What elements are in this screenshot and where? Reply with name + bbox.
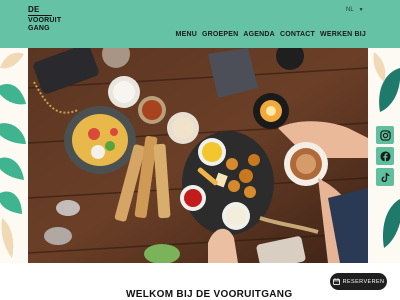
- reserve-button[interactable]: RESERVEREN: [330, 273, 387, 290]
- logo-word-gang: GANG: [28, 25, 50, 32]
- facebook-link[interactable]: [376, 147, 394, 165]
- reserve-button-label: RESERVEREN: [342, 278, 385, 285]
- chevron-down-icon: ▼: [358, 7, 364, 13]
- leaf-decoration-left: [0, 48, 28, 263]
- language-select[interactable]: NL ▼: [346, 7, 364, 13]
- page-title: WELKOM BIJ DE VOORUITGANG: [126, 289, 293, 300]
- nav-item-agenda[interactable]: AGENDA: [243, 31, 275, 38]
- food-table-photo: [28, 48, 368, 263]
- nav-item-menu[interactable]: MENU: [176, 31, 197, 38]
- tiktok-icon: [381, 172, 389, 182]
- facebook-icon: [379, 150, 391, 162]
- social-links: [376, 126, 394, 186]
- tiktok-link[interactable]: [376, 168, 394, 186]
- instagram-link[interactable]: [376, 126, 394, 144]
- hero-image: [28, 48, 368, 263]
- logo-word-vooruit: VOORUIT: [28, 17, 62, 24]
- main-nav: MENU GROEPEN AGENDA CONTACT WERKEN BIJ: [176, 31, 366, 38]
- site-header: DE VOORUIT GANG NL ▼ MENU GROEPEN AGENDA…: [0, 0, 400, 48]
- logo-word-de: DE: [28, 5, 40, 14]
- logo[interactable]: DE VOORUIT GANG: [28, 6, 62, 40]
- calendar-icon: [332, 278, 340, 285]
- nav-item-groepen[interactable]: GROEPEN: [202, 31, 238, 38]
- instagram-icon: [379, 129, 391, 141]
- logo-divider: [28, 15, 52, 16]
- nav-item-werken-bij[interactable]: WERKEN BIJ: [320, 31, 366, 38]
- language-label: NL: [346, 7, 354, 13]
- nav-item-contact[interactable]: CONTACT: [280, 31, 315, 38]
